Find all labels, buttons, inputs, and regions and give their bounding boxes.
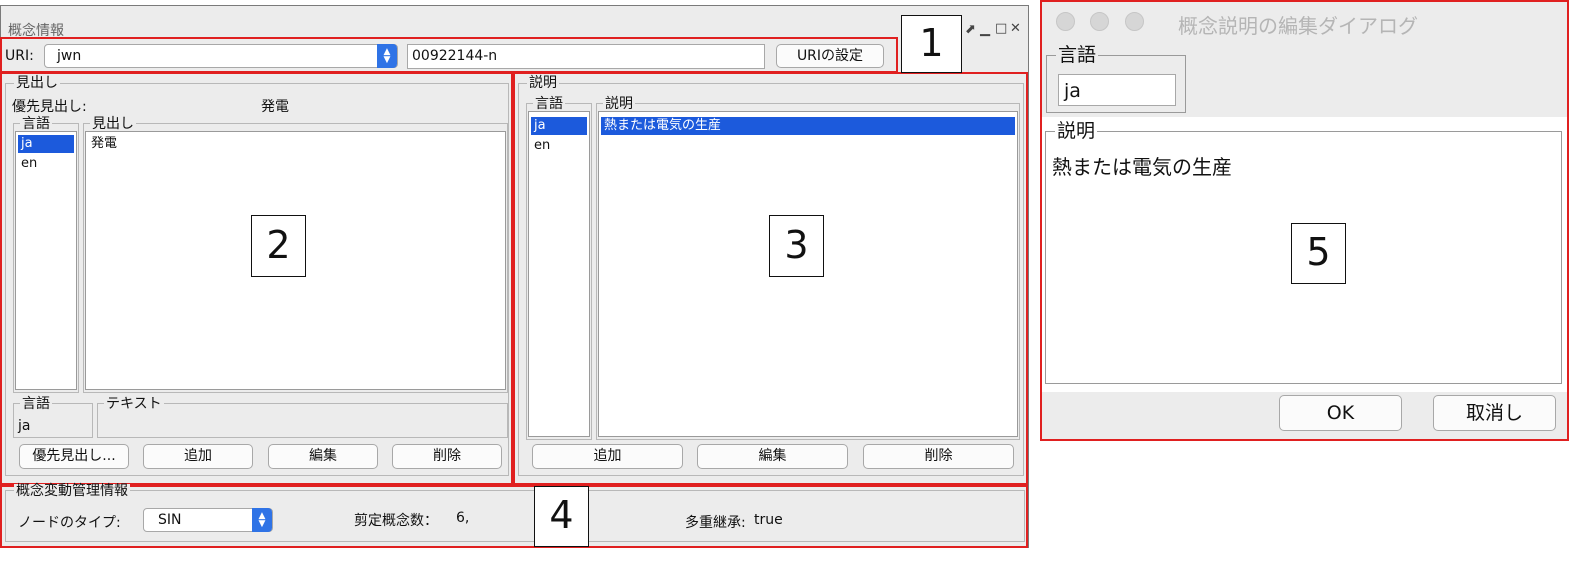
heading-lang-input-title: 言語 xyxy=(20,396,52,412)
heading-panel-title: 見出し xyxy=(14,75,60,91)
chevron-updown-icon: ▲ ▼ xyxy=(252,508,272,532)
dialog-desc-text[interactable]: 熱または電気の生産 xyxy=(1052,151,1232,180)
heading-add-button[interactable]: 追加 xyxy=(143,444,253,469)
uri-field-value: 00922144-n xyxy=(412,48,498,64)
dialog-title: 概念説明の編集ダイアログ xyxy=(1178,14,1418,38)
dialog-desc-title: 説明 xyxy=(1055,120,1098,142)
uri-combo[interactable]: jwn ▲ ▼ xyxy=(44,44,398,68)
dialog-lang-title: 言語 xyxy=(1056,44,1099,66)
description-delete-button[interactable]: 削除 xyxy=(863,444,1014,469)
title-bar-icons: ⬈ ▁ □ ✕ xyxy=(965,21,1025,38)
list-item[interactable]: en xyxy=(531,137,587,155)
description-edit-button[interactable]: 編集 xyxy=(697,444,848,469)
list-item[interactable]: en xyxy=(18,155,74,173)
list-item[interactable]: 熱または電気の生産 xyxy=(601,117,1015,135)
preferred-heading-value: 発電 xyxy=(261,99,289,115)
description-group-title: 説明 xyxy=(603,96,635,112)
description-panel-title: 説明 xyxy=(527,75,559,91)
dialog-lang-input[interactable]: ja xyxy=(1058,74,1176,106)
annotation-label-3: 3 xyxy=(769,215,824,277)
close-icon[interactable]: ✕ xyxy=(1010,21,1021,36)
node-type-combo[interactable]: SIN ▲ ▼ xyxy=(143,508,273,532)
heading-delete-button[interactable]: 削除 xyxy=(392,444,502,469)
heading-edit-button[interactable]: 編集 xyxy=(268,444,378,469)
description-add-button[interactable]: 追加 xyxy=(532,444,683,469)
maximize-icon[interactable] xyxy=(1125,12,1144,31)
heading-lang-group-title: 言語 xyxy=(20,116,52,132)
dialog-ok-button[interactable]: OK xyxy=(1279,395,1402,431)
uri-label: URI: xyxy=(5,48,34,64)
annotation-label-4: 4 xyxy=(534,486,589,547)
minimize-icon[interactable]: ▁ xyxy=(980,22,990,37)
heading-lang-input[interactable]: ja xyxy=(18,418,30,434)
pruned-count-label: 剪定概念数： xyxy=(354,513,438,529)
preferred-heading-label: 優先見出し: xyxy=(12,99,87,115)
annotation-label-2: 2 xyxy=(251,215,306,277)
heading-text-title: テキスト xyxy=(104,396,164,412)
list-item[interactable]: ja xyxy=(531,117,587,135)
list-item[interactable]: ja xyxy=(18,135,74,153)
concept-change-title: 概念変動管理情報 xyxy=(14,483,130,499)
heading-text-input[interactable] xyxy=(101,414,503,434)
annotation-label-1: 1 xyxy=(901,15,962,73)
heading-lang-list[interactable]: ja en xyxy=(15,131,77,390)
heading-group-title: 見出し xyxy=(90,116,136,132)
preferred-heading-button[interactable]: 優先見出し... xyxy=(19,444,129,469)
close-icon[interactable] xyxy=(1056,12,1075,31)
node-type-value: SIN xyxy=(158,512,182,528)
list-item[interactable]: 発電 xyxy=(88,135,503,153)
description-lang-group-title: 言語 xyxy=(533,96,565,112)
uri-combo-value: jwn xyxy=(57,48,82,64)
maximize-icon[interactable]: □ xyxy=(995,21,1007,36)
description-lang-list[interactable]: ja en xyxy=(528,111,590,437)
dialog-cancel-button[interactable]: 取消し xyxy=(1433,395,1556,431)
uri-set-button[interactable]: URIの設定 xyxy=(776,44,884,68)
dialog-lang-value: ja xyxy=(1064,80,1081,102)
annotation-label-5: 5 xyxy=(1291,223,1346,284)
multi-inherit-label: 多重継承: xyxy=(685,515,746,531)
dialog-traffic-lights xyxy=(1056,12,1152,32)
chevron-updown-icon: ▲ ▼ xyxy=(377,44,397,68)
node-type-label: ノードのタイプ: xyxy=(18,515,121,531)
multi-inherit-value: true xyxy=(754,512,783,528)
minimize-icon[interactable] xyxy=(1090,12,1109,31)
uri-field[interactable]: 00922144-n xyxy=(407,44,765,69)
pruned-count-value: 6, xyxy=(456,510,470,526)
pin-icon[interactable]: ⬈ xyxy=(965,22,976,37)
